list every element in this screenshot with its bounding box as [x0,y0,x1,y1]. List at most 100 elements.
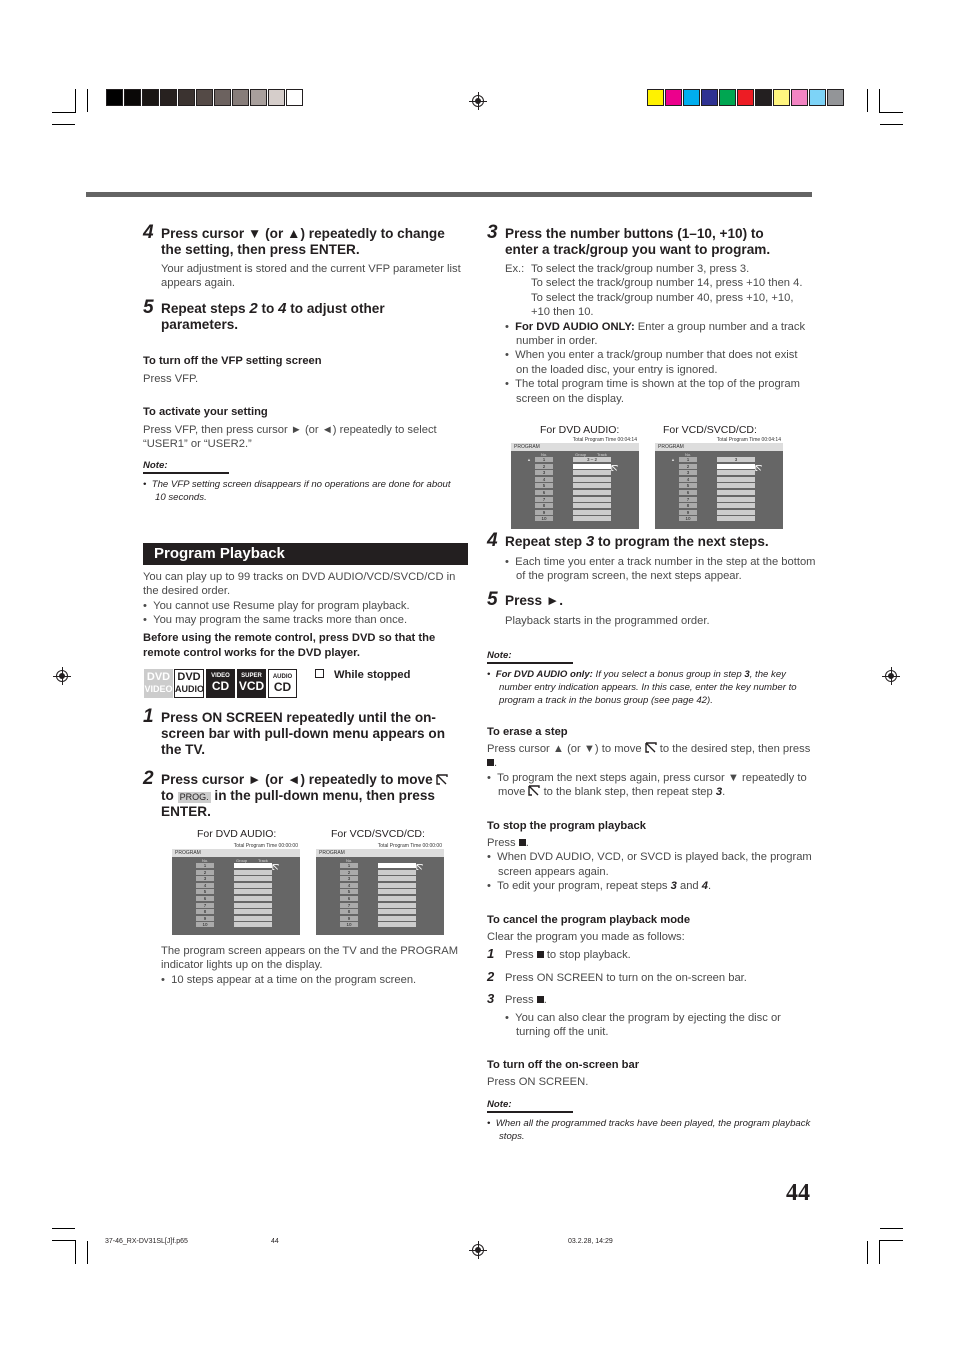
cancel-step: 2 Press ON SCREEN to turn on the on-scree… [487,969,812,985]
step-number-cell: 2 [535,463,553,469]
note-item: • The VFP setting screen disappears if n… [143,479,451,503]
text: Press [487,837,516,849]
text: and [676,880,702,893]
example-label: Ex.: [505,263,525,275]
text: in the pull-down menu, then press [214,788,435,803]
cursor-arrow-icon [528,785,541,796]
step-entry-field [378,882,416,888]
crop-mark [879,1240,880,1264]
step-number-cell: 4 [196,882,214,888]
example-line: To select the track/group number 3, pres… [531,263,750,275]
screen-tab: PROGRAM [655,443,716,451]
note-box: Note: • For DVD AUDIO only: If you selec… [487,650,812,707]
cursor-arrow-icon [611,464,618,471]
badge-dvd-audio: DVD AUDIO [174,669,204,698]
step-heading-line: Press cursor ▼ (or ▲) repeatedly to chan… [161,226,445,241]
section-title: Program Playback [143,543,468,565]
note-box: Note: • When all the programmed tracks h… [487,1099,812,1143]
screen-tab: PROGRAM [316,849,377,857]
stop-section: To stop the program playback Press . • W… [487,820,812,894]
step-number-cell: 8 [340,909,358,915]
step-number: 3 [487,222,498,243]
crop-mark [879,89,880,113]
text: Press [505,994,534,1007]
body-text: Press ON SCREEN. [487,1076,589,1088]
step-entry-field [234,869,272,875]
screen-caption: For VCD/SVCD/CD: [331,828,425,840]
erase-section: To erase a step Press cursor ▲ (or ▼) to… [487,726,812,800]
step-entry-field [717,470,755,476]
bullet-item: • When you enter a track/group number th… [505,349,798,376]
body-text: Press VFP. [143,373,199,385]
crop-mark [75,1240,76,1264]
cursor-arrow-icon [436,774,449,785]
body-text: Press cursor ▲ (or ▼) to move to the des… [487,742,811,770]
step-entry-field [717,509,755,515]
step-number-cell: 3 [679,470,697,476]
program-screen-vcd: PROGRAM Total Program Time 00:00:00 No. 1 2 3… [316,843,444,935]
crop-mark [52,112,75,113]
step-entry-field [573,496,611,502]
calibration-swatch [755,89,772,106]
subheading: To turn off the on-screen bar [487,1059,640,1071]
bold-label: For DVD AUDIO ONLY: [515,320,635,333]
step-entry-field [234,882,272,888]
calibration-swatch [773,89,790,106]
registration-mark-icon [882,667,900,685]
body-text: The program screen appears on the TV and… [161,945,459,972]
step-heading-line: parameters. [161,317,239,332]
header-rule [86,192,812,197]
step-heading-line: the setting, then press ENTER. [161,242,360,257]
step-heading: Press ►. [505,593,564,608]
crop-mark [87,89,88,112]
calibration-swatch [791,89,808,106]
step-ref: 4 [701,880,708,893]
step-number-cell: 3 [340,876,358,882]
text: to program the next steps. [594,534,769,549]
step-number: 3 [487,991,495,1007]
crop-mark [880,124,903,125]
note-text: The VFP setting screen disappears if no … [151,479,451,503]
step-number-cell: 1 [679,457,697,462]
step-number-cell: 5 [679,483,697,489]
step-number-cell: 9 [196,915,214,921]
calibration-swatch [827,89,844,106]
bullet-text: The total program time is shown at the t… [515,378,800,405]
step-entry-field [573,463,611,469]
step-number-cell: 2 [340,869,358,875]
step-entry-field [573,470,611,476]
bullet-item: • For DVD AUDIO ONLY: Enter a group numb… [505,320,806,348]
current-step-marker-icon: ▲ [671,457,675,462]
crop-mark [867,1241,868,1264]
step-entry-field [234,902,272,908]
program-screen-dvd-audio: PROGRAM Total Program Time 00:04:14 No. Gro… [511,437,639,529]
example-line: To select the track/group number 14, pre… [531,277,803,290]
bold-label: For DVD AUDIO only: [495,669,593,680]
bullet-text: 10 steps appear at a time on the program… [171,973,417,986]
step-entry-field [573,503,611,509]
badge-bottom: CD [273,680,292,694]
bullet-text: You can also clear the program by ejecti… [515,1011,781,1039]
step-entry-field [717,496,755,502]
calibration-swatch [286,89,303,106]
step-number-cell: 4 [340,882,358,888]
step-entry-field [378,863,416,868]
step-number-cell: 9 [340,915,358,921]
bullet-item: • You can also clear the program by ejec… [505,1011,781,1039]
badge-top: DVD [146,671,171,683]
step-number: 5 [487,589,498,610]
cancel-step: 3 Press . [487,991,547,1007]
text: to [257,301,279,316]
text: Press ON SCREEN to turn on the on-screen… [505,971,747,984]
example-line: To select the track/group number 40, pre… [531,291,794,319]
step-number-cell: 10 [196,922,214,928]
step-number-cell: 6 [679,490,697,495]
footer-page: 44 [271,1238,279,1245]
note-item: • For DVD AUDIO only: If you select a bo… [487,669,797,706]
stop-icon [518,839,526,846]
step-number-cell: 2 [679,463,697,469]
text: to the blank step, then repeat step [543,786,716,799]
badge-bottom: CD [211,679,230,693]
text: ENTER. [161,804,211,819]
bullet-text: You cannot use Resume play for program p… [153,599,410,612]
